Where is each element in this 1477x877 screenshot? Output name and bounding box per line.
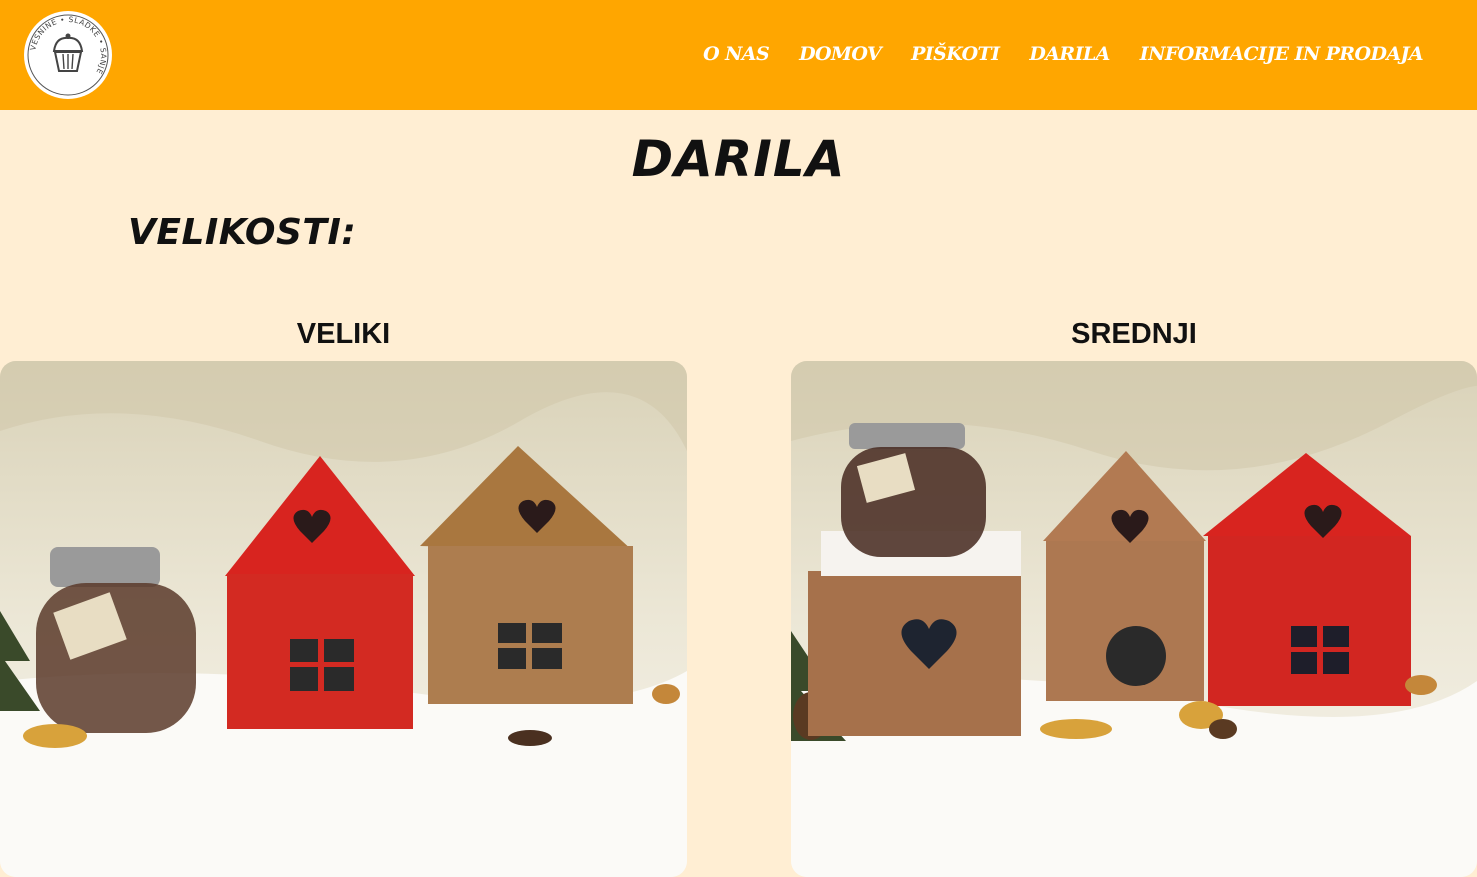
nav-link-darila[interactable]: DARILA <box>1029 43 1110 65</box>
nav-link-domov[interactable]: DOMOV <box>799 43 882 65</box>
site-header: VESNINE • SLADKE • SANJE O NAS DOMOV PIŠ… <box>0 0 1477 110</box>
product-label-veliki: VELIKI <box>296 318 391 350</box>
sizes-heading: VELIKOSTI: <box>128 212 357 253</box>
product-image-srednji[interactable] <box>791 361 1477 877</box>
page-title: DARILA <box>631 130 846 188</box>
nav-link-piskoti[interactable]: PIŠKOTI <box>911 43 1000 65</box>
product-label-srednji: SREDNJI <box>1071 318 1197 350</box>
nav-link-informacije-in-prodaja[interactable]: INFORMACIJE IN PRODAJA <box>1140 43 1424 65</box>
nav-link-o-nas[interactable]: O NAS <box>703 43 770 65</box>
cupcake-logo-icon[interactable]: VESNINE • SLADKE • SANJE <box>24 11 112 99</box>
main-nav: O NAS DOMOV PIŠKOTI DARILA INFORMACIJE I… <box>703 38 1424 70</box>
product-image-veliki[interactable] <box>0 361 687 877</box>
